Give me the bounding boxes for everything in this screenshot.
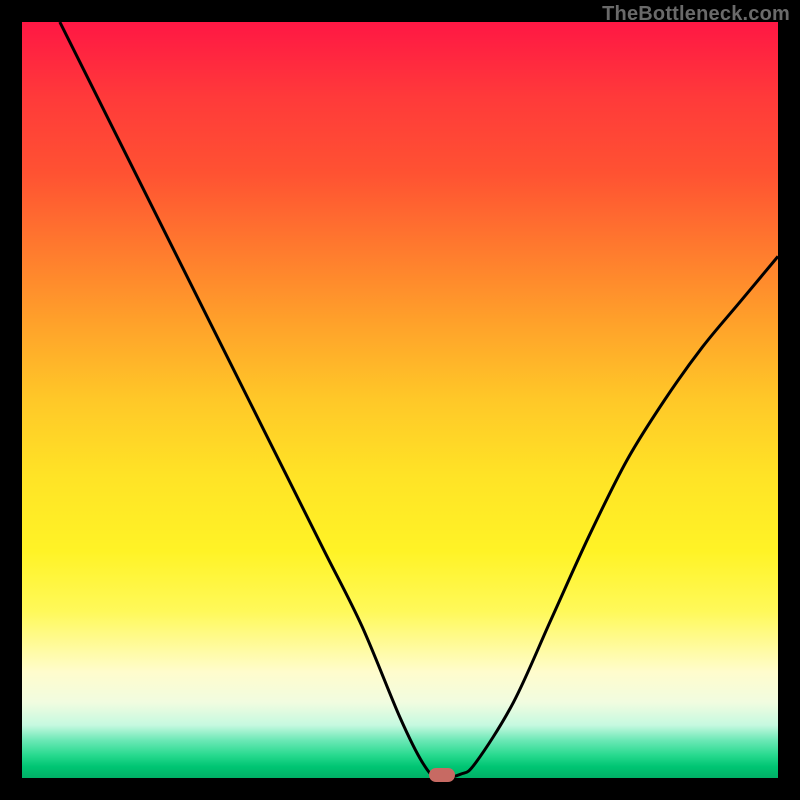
watermark-text: TheBottleneck.com xyxy=(602,3,790,26)
plot-area xyxy=(22,22,778,778)
optimal-marker xyxy=(429,768,455,782)
bottleneck-curve xyxy=(60,22,778,778)
curve-svg xyxy=(22,22,778,778)
chart-canvas: TheBottleneck.com xyxy=(0,0,800,800)
